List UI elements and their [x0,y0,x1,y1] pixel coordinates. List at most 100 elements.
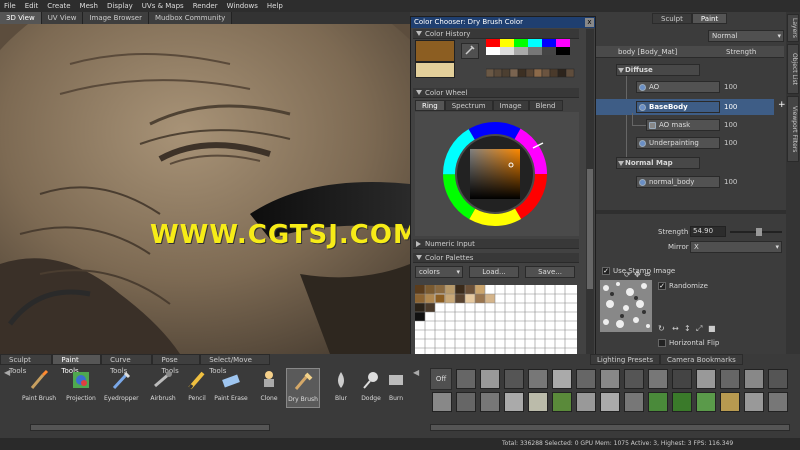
scroll-left-icon[interactable]: ◀ [4,368,10,377]
stamp-thumb[interactable] [648,392,668,412]
use-stamp-checkbox[interactable]: ✓ [602,267,610,275]
layer-basebody[interactable]: BaseBody [636,101,720,113]
tab-sculpt-tools[interactable]: Sculpt Tools [0,354,53,375]
horizontal-flip-checkbox[interactable] [658,339,666,347]
tab-lighting-presets[interactable]: Lighting Presets [590,354,660,365]
tab-paint[interactable]: Paint [691,13,728,24]
stamp-thumb[interactable] [624,369,644,389]
color-palette-grid[interactable] [415,285,577,359]
tool-paint-brush[interactable]: Paint Brush [22,368,56,408]
stamp-thumb[interactable] [600,369,620,389]
stamp-thumb[interactable] [672,369,692,389]
stamp-thumb[interactable] [480,369,500,389]
color-history-header[interactable]: Color History [413,29,579,39]
menu-render[interactable]: Render [193,2,218,10]
scroll-left-icon[interactable]: ◀ [413,368,419,377]
tab-mudbox-community[interactable]: Mudbox Community [148,12,233,24]
menu-windows[interactable]: Windows [227,2,258,10]
color-wheel-header[interactable]: Color Wheel [413,88,579,98]
slider-handle[interactable] [756,228,762,236]
tool-airbrush[interactable]: Airbrush [146,368,180,408]
close-icon[interactable]: x [585,18,594,27]
tool-clone[interactable]: Clone [252,368,286,408]
numeric-input-header[interactable]: Numeric Input [413,239,579,249]
rotate-small-icon[interactable]: ↻ [658,324,665,333]
layer-ao[interactable]: AO [636,81,720,93]
stamp-thumb[interactable] [600,392,620,412]
stamp-thumb[interactable] [696,392,716,412]
stamp-thumb[interactable] [744,392,764,412]
stamp-thumb[interactable] [576,392,596,412]
menu-mesh[interactable]: Mesh [80,2,98,10]
stamp-thumb[interactable] [744,369,764,389]
stamp-thumb[interactable] [432,392,452,412]
menu-display[interactable]: Display [107,2,133,10]
tool-paint-erase[interactable]: Paint Erase [214,368,248,408]
stamp-thumb[interactable] [456,392,476,412]
tab-sculpt[interactable]: Sculpt [652,13,692,24]
save-button[interactable]: Save... [525,266,575,278]
stamp-thumb[interactable] [456,369,476,389]
tool-dodge[interactable]: Dodge [354,368,388,408]
color-palettes-header[interactable]: Color Palettes [413,253,579,263]
rotate-icon[interactable]: ⟳ [624,270,631,279]
group-diffuse[interactable]: Diffuse [616,64,700,76]
menu-file[interactable]: File [4,2,16,10]
flip-v-icon[interactable]: ↕ [684,324,691,333]
tab-blend[interactable]: Blend [528,100,563,111]
stamp-thumb[interactable] [528,369,548,389]
layer-underpainting[interactable]: Underpainting [636,137,720,149]
strength-input[interactable]: 54.90 [690,226,726,237]
stamp-thumb[interactable] [576,369,596,389]
scrollbar-thumb[interactable] [587,169,593,289]
tool-tray-scrollbar[interactable] [30,424,270,431]
stamp-thumb[interactable] [720,392,740,412]
stamp-thumb[interactable] [768,369,788,389]
side-tab-object-list[interactable]: Object List [787,44,799,94]
export-icon[interactable]: ⤢ [696,324,702,334]
stamp-off-button[interactable]: Off [430,368,452,390]
tab-curve-tools[interactable]: Curve Tools [101,354,153,375]
scale-icon[interactable]: ⇔ [644,270,651,279]
tab-select-move-tools[interactable]: Select/Move Tools [200,354,270,375]
tab-uv-view[interactable]: UV View [41,12,84,24]
tool-dry-brush[interactable]: Dry Brush [286,368,320,408]
tool-burn[interactable]: Burn [384,368,408,408]
tool-blur[interactable]: Blur [324,368,358,408]
tool-projection[interactable]: Projection [64,368,98,408]
stamp-thumb[interactable] [696,369,716,389]
load-button[interactable]: Load... [469,266,519,278]
tab-camera-bookmarks[interactable]: Camera Bookmarks [660,354,743,365]
randomize-checkbox[interactable]: ✓ [658,282,666,290]
tab-ring[interactable]: Ring [415,100,445,111]
tab-paint-tools[interactable]: Paint Tools [52,354,102,375]
blend-mode-select[interactable]: Normal ▾ [708,30,784,42]
flip-h-icon[interactable]: ↔ [672,324,679,333]
stamp-thumb[interactable] [504,369,524,389]
palette-select[interactable]: colors ▾ [415,266,463,278]
side-tab-viewport-filters[interactable]: Viewport Filters [787,96,799,162]
color-history-swatches[interactable] [486,39,578,81]
menu-help[interactable]: Help [267,2,283,10]
stop-icon[interactable]: ■ [708,324,716,333]
stamp-thumb[interactable] [672,392,692,412]
stamp-thumb[interactable] [552,392,572,412]
strength-slider[interactable] [730,228,782,236]
tool-eyedropper[interactable]: Eyedropper [104,368,139,408]
stamp-image-preview[interactable] [600,280,652,332]
mirror-select[interactable]: X ▾ [690,241,782,253]
tab-image[interactable]: Image [492,100,529,111]
stamp-thumb[interactable] [552,369,572,389]
stamp-thumb[interactable] [720,369,740,389]
tool-pencil[interactable]: Pencil [180,368,214,408]
menu-uvs-maps[interactable]: UVs & Maps [142,2,184,10]
stamp-thumb[interactable] [768,392,788,412]
dialog-scrollbar[interactable] [586,29,594,361]
stamp-thumb[interactable] [504,392,524,412]
stamp-thumb[interactable] [648,369,668,389]
tab-image-browser[interactable]: Image Browser [83,12,149,24]
stamp-tray-scrollbar[interactable] [430,424,790,431]
layer-normal-body[interactable]: normal_body [636,176,720,188]
tab-spectrum[interactable]: Spectrum [444,100,493,111]
color-ring-picker[interactable] [433,118,557,230]
